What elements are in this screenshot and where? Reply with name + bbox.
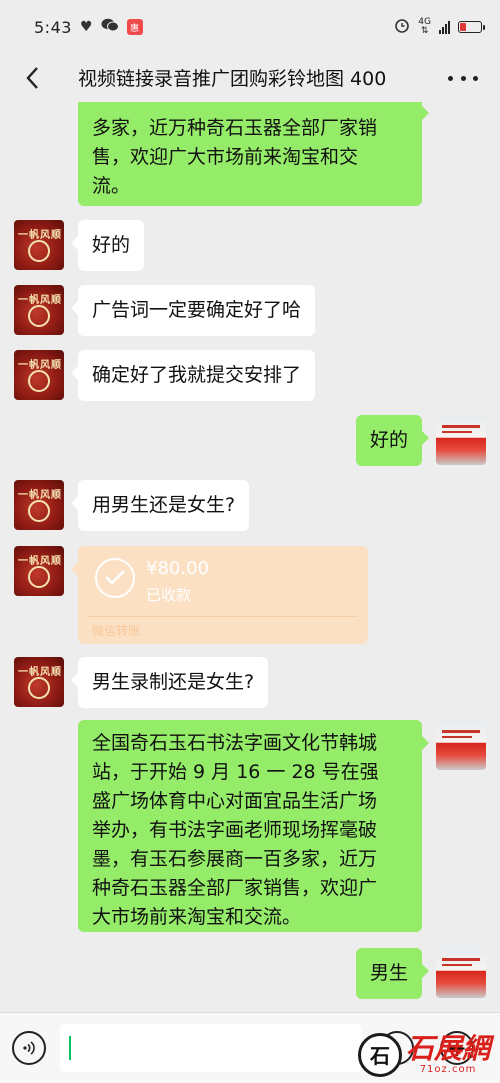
message-line: 墨，有玉石参展商一百多家，近万 bbox=[92, 848, 378, 870]
avatar-logo-mark bbox=[28, 240, 50, 262]
avatar-photo-detail bbox=[442, 425, 480, 428]
message-text: 男生录制还是女生? bbox=[92, 671, 255, 693]
avatar-logo-mark bbox=[28, 677, 50, 699]
battery-icon bbox=[458, 21, 485, 33]
check-icon bbox=[95, 558, 135, 598]
message-text: 男生 bbox=[369, 962, 408, 984]
message-bubble-outgoing[interactable]: 全国奇石玉石书法字画文化节韩城 站，于开始 9 月 16 一 28 号在强 盛广… bbox=[78, 720, 429, 932]
avatar-logo-text: 一帆风顺 bbox=[18, 295, 62, 306]
voice-button[interactable] bbox=[12, 1031, 46, 1065]
avatar-photo-detail bbox=[442, 736, 472, 738]
avatar-logo-text: 一帆风顺 bbox=[18, 556, 62, 567]
back-arrow-icon bbox=[26, 67, 38, 89]
message-line: 售，欢迎广大市场前来淘宝和交 bbox=[92, 146, 359, 168]
more-dot bbox=[473, 75, 478, 81]
avatar-logo-text: 一帆风顺 bbox=[18, 230, 62, 241]
message-input[interactable] bbox=[60, 1024, 362, 1072]
message-text: 确定好了我就提交安排了 bbox=[92, 364, 302, 386]
signal-icon bbox=[439, 20, 450, 34]
chat-message-list[interactable]: 多家，近万种奇石玉器全部厂家销 售，欢迎广大市场前来淘宝和交 流。 一帆风顺 好… bbox=[0, 102, 500, 1012]
user-avatar[interactable] bbox=[436, 415, 486, 465]
back-button[interactable] bbox=[14, 60, 50, 96]
message-bubble-incoming[interactable]: 确定好了我就提交安排了 bbox=[70, 350, 316, 401]
message-bubble-incoming[interactable]: 好的 bbox=[70, 220, 145, 271]
watermark-text: 石展網 bbox=[406, 1032, 491, 1065]
avatar-logo-text: 一帆风顺 bbox=[18, 360, 62, 371]
transfer-card[interactable]: ¥80.00 已收款 微信转账 bbox=[71, 546, 368, 644]
avatar-logo-text: 一帆风顺 bbox=[18, 490, 62, 501]
message-line: 盛广场体育中心对面宜品生活广场 bbox=[92, 790, 378, 812]
avatar-logo-mark bbox=[28, 500, 50, 522]
transfer-amount: ¥80.00 bbox=[146, 558, 209, 579]
watermark: 石 石展網 71oz.com bbox=[358, 1026, 500, 1083]
message-line: 大市场前来淘宝和交流。 bbox=[92, 906, 302, 928]
input-caret bbox=[69, 1036, 71, 1060]
contact-avatar[interactable]: 一帆风顺 bbox=[14, 480, 64, 530]
message-bubble-incoming[interactable]: 用男生还是女生? bbox=[70, 480, 250, 531]
contact-avatar[interactable]: 一帆风顺 bbox=[14, 546, 64, 596]
more-button[interactable] bbox=[448, 66, 478, 90]
message-line: 多家，近万种奇石玉器全部厂家销 bbox=[92, 117, 378, 139]
transfer-source: 微信转账 bbox=[92, 624, 141, 638]
message-bubble-outgoing[interactable]: 男生 bbox=[355, 948, 430, 999]
contact-avatar[interactable]: 一帆风顺 bbox=[14, 220, 64, 270]
message-text: 广告词一定要确定好了哈 bbox=[92, 299, 302, 321]
chat-title: 视频链接录音推广团购彩铃地图 400 bbox=[78, 68, 387, 90]
more-dot bbox=[460, 75, 466, 81]
avatar-photo-detail bbox=[442, 958, 480, 961]
message-line: 举办，有书法字画老师现场挥毫破 bbox=[92, 819, 378, 841]
message-text: 用男生还是女生? bbox=[92, 494, 236, 516]
message-line: 种奇石玉器全部厂家销售，欢迎广 bbox=[92, 877, 378, 899]
transfer-status: 已收款 bbox=[146, 586, 192, 604]
message-line: 流。 bbox=[92, 175, 131, 197]
contact-avatar[interactable]: 一帆风顺 bbox=[14, 657, 64, 707]
data-arrows-icon: ⇅ bbox=[420, 26, 429, 36]
message-text: 好的 bbox=[92, 234, 131, 256]
user-avatar[interactable] bbox=[436, 948, 486, 998]
more-dot bbox=[448, 75, 453, 81]
avatar-logo-mark bbox=[28, 305, 50, 327]
message-bubble-incoming[interactable]: 男生录制还是女生? bbox=[70, 657, 269, 708]
avatar-logo-text: 一帆风顺 bbox=[18, 667, 62, 678]
heart-icon: ♥ bbox=[79, 19, 93, 35]
wechat-icon bbox=[101, 18, 119, 36]
status-bar: 5:43 ♥ 惠 4G ⇅ bbox=[0, 0, 500, 54]
avatar-logo-mark bbox=[28, 370, 50, 392]
transfer-divider bbox=[88, 616, 358, 617]
watermark-url: 71oz.com bbox=[419, 1064, 477, 1075]
avatar-photo-detail bbox=[442, 730, 480, 733]
watermark-text-block: 石展網 71oz.com bbox=[406, 1032, 491, 1076]
message-line: 全国奇石玉石书法字画文化节韩城 bbox=[92, 732, 378, 754]
status-time: 5:43 bbox=[34, 17, 72, 37]
user-avatar[interactable] bbox=[436, 720, 486, 770]
app-badge-icon: 惠 bbox=[126, 19, 143, 35]
status-left: 5:43 ♥ 惠 bbox=[34, 18, 143, 37]
avatar-photo-detail bbox=[442, 964, 472, 966]
battery-level bbox=[460, 23, 466, 31]
network-indicator: 4G ⇅ bbox=[418, 18, 431, 36]
message-bubble-outgoing[interactable]: 多家，近万种奇石玉器全部厂家销 售，欢迎广大市场前来淘宝和交 流。 bbox=[78, 102, 429, 206]
chat-header: 视频链接录音推广团购彩铃地图 400 bbox=[0, 54, 500, 102]
message-text: 好的 bbox=[369, 429, 408, 451]
status-right: 4G ⇅ bbox=[394, 17, 485, 37]
contact-avatar[interactable]: 一帆风顺 bbox=[14, 350, 64, 400]
alarm-icon bbox=[394, 17, 410, 37]
message-bubble-incoming[interactable]: 广告词一定要确定好了哈 bbox=[70, 285, 316, 336]
avatar-logo-mark bbox=[28, 566, 50, 588]
contact-avatar[interactable]: 一帆风顺 bbox=[14, 285, 64, 335]
message-bubble-outgoing[interactable]: 好的 bbox=[355, 415, 430, 466]
message-line: 站，于开始 9 月 16 一 28 号在强 bbox=[92, 761, 379, 783]
voice-icon bbox=[23, 1041, 35, 1055]
watermark-seal: 石 bbox=[358, 1032, 402, 1077]
avatar-photo-detail bbox=[442, 431, 472, 433]
